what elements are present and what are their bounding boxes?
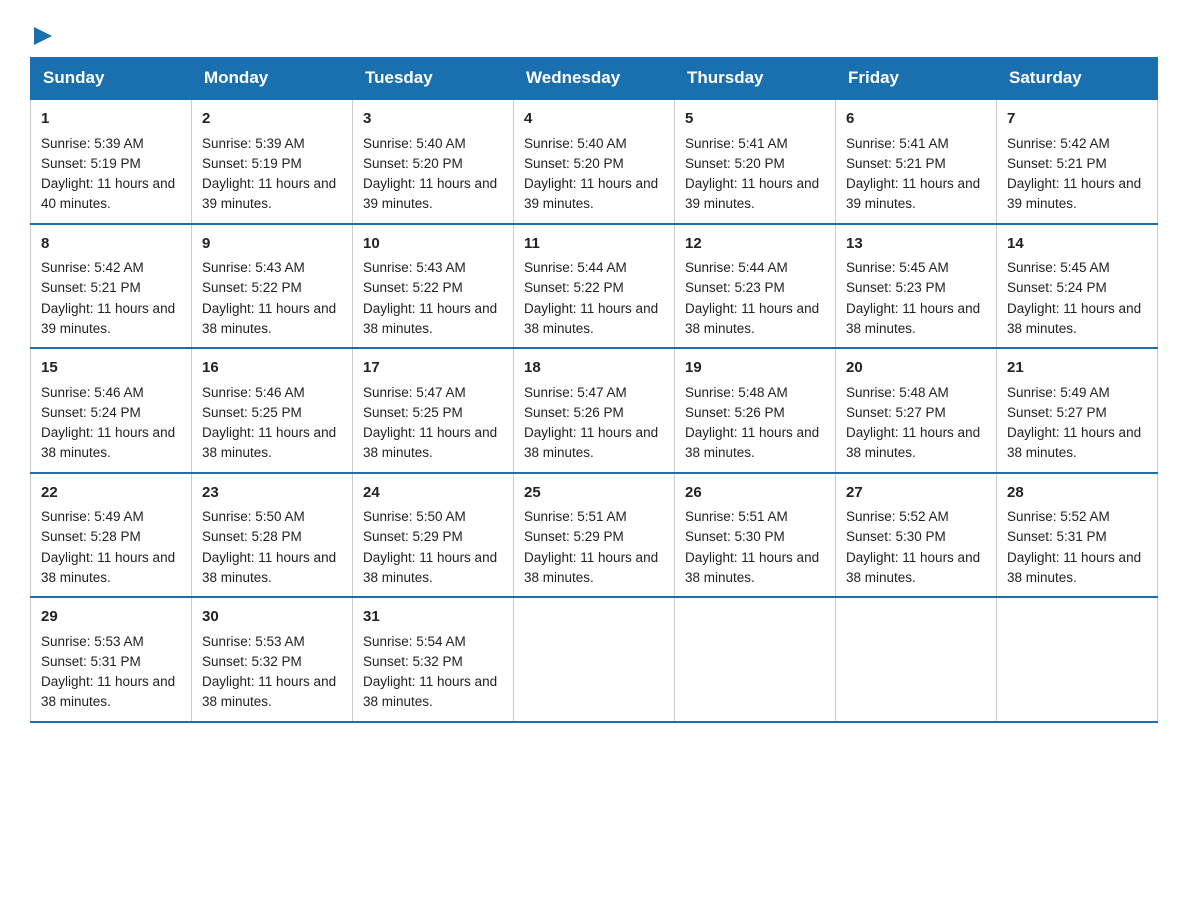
calendar-cell: 19Sunrise: 5:48 AMSunset: 5:26 PMDayligh… bbox=[675, 348, 836, 473]
calendar-cell: 5Sunrise: 5:41 AMSunset: 5:20 PMDaylight… bbox=[675, 99, 836, 224]
day-number: 15 bbox=[41, 357, 181, 380]
day-number: 6 bbox=[846, 108, 986, 131]
calendar-cell bbox=[675, 597, 836, 722]
day-number: 23 bbox=[202, 482, 342, 505]
calendar-week-row: 8Sunrise: 5:42 AMSunset: 5:21 PMDaylight… bbox=[31, 224, 1158, 349]
header-thursday: Thursday bbox=[675, 58, 836, 100]
day-number: 8 bbox=[41, 233, 181, 256]
calendar-cell: 7Sunrise: 5:42 AMSunset: 5:21 PMDaylight… bbox=[997, 99, 1158, 224]
calendar-cell: 21Sunrise: 5:49 AMSunset: 5:27 PMDayligh… bbox=[997, 348, 1158, 473]
day-number: 3 bbox=[363, 108, 503, 131]
calendar-cell: 25Sunrise: 5:51 AMSunset: 5:29 PMDayligh… bbox=[514, 473, 675, 598]
day-number: 14 bbox=[1007, 233, 1147, 256]
day-number: 21 bbox=[1007, 357, 1147, 380]
day-number: 25 bbox=[524, 482, 664, 505]
day-number: 9 bbox=[202, 233, 342, 256]
calendar-week-row: 15Sunrise: 5:46 AMSunset: 5:24 PMDayligh… bbox=[31, 348, 1158, 473]
calendar-cell: 4Sunrise: 5:40 AMSunset: 5:20 PMDaylight… bbox=[514, 99, 675, 224]
calendar-cell: 2Sunrise: 5:39 AMSunset: 5:19 PMDaylight… bbox=[192, 99, 353, 224]
day-number: 2 bbox=[202, 108, 342, 131]
calendar-cell bbox=[836, 597, 997, 722]
day-number: 1 bbox=[41, 108, 181, 131]
day-number: 28 bbox=[1007, 482, 1147, 505]
day-number: 31 bbox=[363, 606, 503, 629]
header-wednesday: Wednesday bbox=[514, 58, 675, 100]
header-friday: Friday bbox=[836, 58, 997, 100]
calendar-table: Sunday Monday Tuesday Wednesday Thursday… bbox=[30, 57, 1158, 723]
day-number: 26 bbox=[685, 482, 825, 505]
calendar-cell: 3Sunrise: 5:40 AMSunset: 5:20 PMDaylight… bbox=[353, 99, 514, 224]
calendar-cell: 10Sunrise: 5:43 AMSunset: 5:22 PMDayligh… bbox=[353, 224, 514, 349]
calendar-cell: 11Sunrise: 5:44 AMSunset: 5:22 PMDayligh… bbox=[514, 224, 675, 349]
day-number: 24 bbox=[363, 482, 503, 505]
calendar-cell: 29Sunrise: 5:53 AMSunset: 5:31 PMDayligh… bbox=[31, 597, 192, 722]
day-number: 7 bbox=[1007, 108, 1147, 131]
day-number: 22 bbox=[41, 482, 181, 505]
calendar-cell: 12Sunrise: 5:44 AMSunset: 5:23 PMDayligh… bbox=[675, 224, 836, 349]
calendar-cell: 18Sunrise: 5:47 AMSunset: 5:26 PMDayligh… bbox=[514, 348, 675, 473]
day-number: 16 bbox=[202, 357, 342, 380]
day-number: 27 bbox=[846, 482, 986, 505]
calendar-cell: 23Sunrise: 5:50 AMSunset: 5:28 PMDayligh… bbox=[192, 473, 353, 598]
calendar-header-row: Sunday Monday Tuesday Wednesday Thursday… bbox=[31, 58, 1158, 100]
day-number: 20 bbox=[846, 357, 986, 380]
header-sunday: Sunday bbox=[31, 58, 192, 100]
day-number: 17 bbox=[363, 357, 503, 380]
logo bbox=[30, 25, 54, 47]
calendar-cell: 20Sunrise: 5:48 AMSunset: 5:27 PMDayligh… bbox=[836, 348, 997, 473]
calendar-cell: 28Sunrise: 5:52 AMSunset: 5:31 PMDayligh… bbox=[997, 473, 1158, 598]
day-number: 12 bbox=[685, 233, 825, 256]
day-number: 11 bbox=[524, 233, 664, 256]
day-number: 19 bbox=[685, 357, 825, 380]
calendar-cell: 27Sunrise: 5:52 AMSunset: 5:30 PMDayligh… bbox=[836, 473, 997, 598]
day-number: 13 bbox=[846, 233, 986, 256]
calendar-cell: 26Sunrise: 5:51 AMSunset: 5:30 PMDayligh… bbox=[675, 473, 836, 598]
calendar-cell: 13Sunrise: 5:45 AMSunset: 5:23 PMDayligh… bbox=[836, 224, 997, 349]
calendar-cell: 24Sunrise: 5:50 AMSunset: 5:29 PMDayligh… bbox=[353, 473, 514, 598]
calendar-cell: 6Sunrise: 5:41 AMSunset: 5:21 PMDaylight… bbox=[836, 99, 997, 224]
calendar-cell: 14Sunrise: 5:45 AMSunset: 5:24 PMDayligh… bbox=[997, 224, 1158, 349]
logo-arrow-icon bbox=[32, 25, 54, 47]
calendar-cell: 31Sunrise: 5:54 AMSunset: 5:32 PMDayligh… bbox=[353, 597, 514, 722]
header-saturday: Saturday bbox=[997, 58, 1158, 100]
calendar-week-row: 22Sunrise: 5:49 AMSunset: 5:28 PMDayligh… bbox=[31, 473, 1158, 598]
calendar-cell: 16Sunrise: 5:46 AMSunset: 5:25 PMDayligh… bbox=[192, 348, 353, 473]
calendar-cell: 30Sunrise: 5:53 AMSunset: 5:32 PMDayligh… bbox=[192, 597, 353, 722]
header bbox=[30, 20, 1158, 47]
calendar-cell bbox=[514, 597, 675, 722]
calendar-cell bbox=[997, 597, 1158, 722]
calendar-cell: 17Sunrise: 5:47 AMSunset: 5:25 PMDayligh… bbox=[353, 348, 514, 473]
calendar-week-row: 1Sunrise: 5:39 AMSunset: 5:19 PMDaylight… bbox=[31, 99, 1158, 224]
day-number: 10 bbox=[363, 233, 503, 256]
day-number: 29 bbox=[41, 606, 181, 629]
day-number: 18 bbox=[524, 357, 664, 380]
calendar-cell: 1Sunrise: 5:39 AMSunset: 5:19 PMDaylight… bbox=[31, 99, 192, 224]
day-number: 30 bbox=[202, 606, 342, 629]
calendar-week-row: 29Sunrise: 5:53 AMSunset: 5:31 PMDayligh… bbox=[31, 597, 1158, 722]
calendar-cell: 8Sunrise: 5:42 AMSunset: 5:21 PMDaylight… bbox=[31, 224, 192, 349]
day-number: 4 bbox=[524, 108, 664, 131]
calendar-cell: 9Sunrise: 5:43 AMSunset: 5:22 PMDaylight… bbox=[192, 224, 353, 349]
calendar-cell: 15Sunrise: 5:46 AMSunset: 5:24 PMDayligh… bbox=[31, 348, 192, 473]
header-monday: Monday bbox=[192, 58, 353, 100]
day-number: 5 bbox=[685, 108, 825, 131]
header-tuesday: Tuesday bbox=[353, 58, 514, 100]
calendar-cell: 22Sunrise: 5:49 AMSunset: 5:28 PMDayligh… bbox=[31, 473, 192, 598]
calendar-page: Sunday Monday Tuesday Wednesday Thursday… bbox=[0, 0, 1188, 753]
